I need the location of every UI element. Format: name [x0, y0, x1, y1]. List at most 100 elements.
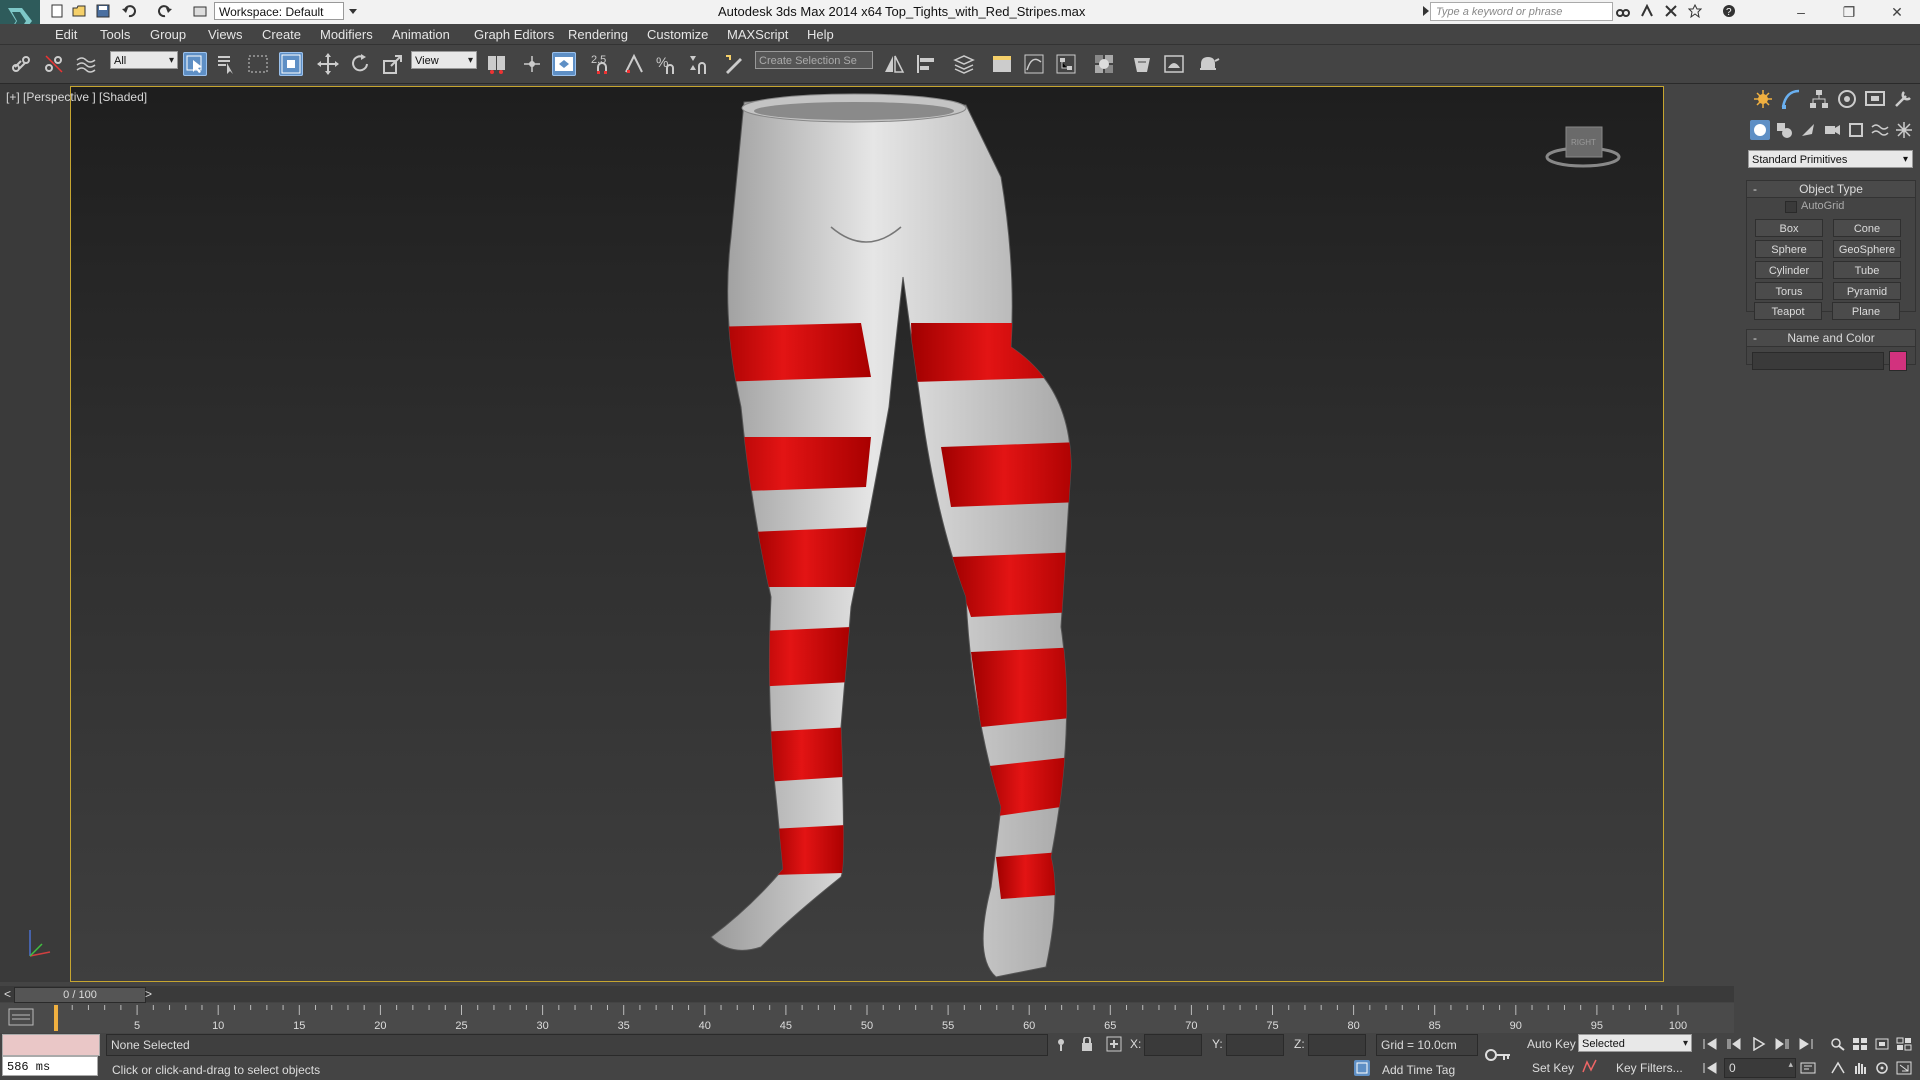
- zoom-extents-all-icon[interactable]: [1896, 1037, 1912, 1051]
- key-mode-toggle-icon[interactable]: [1702, 1061, 1718, 1075]
- menu-modifiers[interactable]: Modifiers: [320, 27, 373, 42]
- menu-graph-editors[interactable]: Graph Editors: [474, 27, 554, 42]
- keyboard-shortcut-override-icon[interactable]: [552, 52, 576, 76]
- pyramid-button[interactable]: Pyramid: [1833, 282, 1901, 300]
- menu-edit[interactable]: Edit: [55, 27, 77, 42]
- search-input[interactable]: Type a keyword or phrase: [1430, 2, 1613, 21]
- space-warps-icon[interactable]: [1870, 120, 1890, 140]
- next-frame-icon[interactable]: [1774, 1037, 1790, 1051]
- rectangular-selection-region-icon[interactable]: [246, 52, 270, 76]
- name-and-color-header[interactable]: - Name and Color: [1747, 330, 1915, 347]
- perspective-viewport[interactable]: RIGHT: [70, 86, 1664, 982]
- set-key-button[interactable]: Set Key: [1532, 1061, 1574, 1075]
- rendered-frame-window-icon[interactable]: [1162, 52, 1186, 76]
- bind-to-space-warp-icon[interactable]: [74, 52, 98, 76]
- select-and-rotate-icon[interactable]: [348, 52, 372, 76]
- material-editor-icon[interactable]: [1092, 52, 1116, 76]
- autogrid-checkbox[interactable]: [1785, 201, 1797, 213]
- lock-selection-icon[interactable]: [1080, 1036, 1094, 1051]
- angle-snap-toggle-icon[interactable]: [622, 52, 646, 76]
- curve-editor-icon[interactable]: [1022, 52, 1046, 76]
- spinner-snap-toggle-icon[interactable]: [686, 52, 710, 76]
- time-configuration-icon[interactable]: [1800, 1061, 1816, 1075]
- add-time-tag[interactable]: Add Time Tag: [1382, 1063, 1455, 1077]
- save-file-icon[interactable]: [96, 4, 110, 18]
- chevron-down-icon[interactable]: [346, 4, 360, 18]
- zoom-icon[interactable]: [1830, 1037, 1846, 1051]
- align-icon[interactable]: [914, 52, 938, 76]
- render-production-icon[interactable]: [1196, 52, 1220, 76]
- select-and-scale-icon[interactable]: [381, 52, 405, 76]
- menu-maxscript[interactable]: MAXScript: [727, 27, 788, 42]
- project-folder-icon[interactable]: [193, 4, 207, 18]
- modify-tab-icon[interactable]: [1780, 88, 1802, 110]
- current-frame-field[interactable]: 0 ▴: [1724, 1058, 1796, 1078]
- geosphere-button[interactable]: GeoSphere: [1833, 240, 1901, 258]
- menu-group[interactable]: Group: [150, 27, 186, 42]
- binoculars-icon[interactable]: [1616, 4, 1630, 18]
- current-frame-marker[interactable]: [54, 1005, 58, 1031]
- time-tag-icon[interactable]: [1354, 1060, 1370, 1076]
- key-filters-button[interactable]: Key Filters...: [1616, 1061, 1683, 1075]
- track-bar[interactable]: 5 10 15 20 25 30 35 40 45 50 55 60 65 70 75 80 85 90 95 100: [0, 1003, 1734, 1033]
- snaps-toggle-icon[interactable]: 2.5: [590, 52, 614, 76]
- schematic-view-icon[interactable]: [1054, 52, 1078, 76]
- orbit-icon[interactable]: [1874, 1061, 1890, 1075]
- motion-tab-icon[interactable]: [1836, 88, 1858, 110]
- create-tab-icon[interactable]: [1752, 88, 1774, 110]
- select-and-manipulate-icon[interactable]: [520, 52, 544, 76]
- auto-key-button[interactable]: Auto Key: [1527, 1037, 1576, 1051]
- window-crossing-icon[interactable]: [279, 52, 303, 76]
- zoom-all-icon[interactable]: [1852, 1037, 1868, 1051]
- tube-button[interactable]: Tube: [1833, 261, 1901, 279]
- edit-named-selection-sets-icon[interactable]: [722, 52, 746, 76]
- previous-frame-icon[interactable]: [1726, 1037, 1742, 1051]
- viewcube[interactable]: RIGHT: [1545, 126, 1621, 168]
- viewport-label[interactable]: [+] [Perspective ] [Shaded]: [6, 90, 147, 104]
- select-by-name-icon[interactable]: [214, 52, 238, 76]
- pan-view-icon[interactable]: [1852, 1061, 1868, 1075]
- x-coordinate-field[interactable]: [1144, 1034, 1202, 1056]
- cameras-icon[interactable]: [1822, 120, 1842, 140]
- tights-model[interactable]: [710, 93, 1081, 978]
- time-slider[interactable]: < 0 / 100 >: [0, 986, 1734, 1003]
- cylinder-button[interactable]: Cylinder: [1755, 261, 1823, 279]
- subscription-icon[interactable]: [1664, 4, 1678, 18]
- selection-filter-dropdown[interactable]: All: [110, 51, 178, 70]
- menu-views[interactable]: Views: [208, 27, 242, 42]
- absolute-mode-transform-icon[interactable]: [1106, 1036, 1122, 1052]
- lights-icon[interactable]: [1798, 120, 1818, 140]
- star-icon[interactable]: [1687, 3, 1703, 19]
- percent-snap-toggle-icon[interactable]: %: [654, 52, 678, 76]
- go-to-end-icon[interactable]: [1798, 1037, 1814, 1051]
- cone-button[interactable]: Cone: [1833, 219, 1901, 237]
- menu-customize[interactable]: Customize: [647, 27, 708, 42]
- select-object-icon[interactable]: [183, 52, 207, 76]
- maximize-viewport-icon[interactable]: [1896, 1061, 1912, 1075]
- geometry-icon[interactable]: [1750, 120, 1770, 140]
- key-filters-curve-icon[interactable]: [1582, 1058, 1598, 1074]
- menu-animation[interactable]: Animation: [392, 27, 450, 42]
- select-and-move-icon[interactable]: [316, 52, 340, 76]
- object-type-header[interactable]: - Object Type: [1747, 181, 1915, 198]
- plane-button[interactable]: Plane: [1832, 302, 1900, 320]
- maxscript-listener-pink[interactable]: [2, 1034, 100, 1056]
- object-color-swatch[interactable]: [1889, 351, 1907, 371]
- field-of-view-icon[interactable]: [1830, 1061, 1846, 1075]
- zoom-extents-icon[interactable]: [1874, 1037, 1890, 1051]
- torus-button[interactable]: Torus: [1755, 282, 1823, 300]
- key-mode-dropdown[interactable]: Selected: [1578, 1034, 1692, 1053]
- box-button[interactable]: Box: [1755, 219, 1823, 237]
- play-icon[interactable]: [1750, 1036, 1766, 1052]
- shapes-icon[interactable]: [1774, 120, 1794, 140]
- geometry-category-dropdown[interactable]: Standard Primitives: [1748, 150, 1913, 169]
- teapot-button[interactable]: Teapot: [1754, 302, 1822, 320]
- sphere-button[interactable]: Sphere: [1755, 240, 1823, 258]
- undo-icon[interactable]: [122, 4, 136, 18]
- utilities-tab-icon[interactable]: [1892, 88, 1914, 110]
- time-slider-thumb[interactable]: 0 / 100: [14, 987, 146, 1003]
- open-file-icon[interactable]: [72, 4, 86, 18]
- isolate-selection-icon[interactable]: [1054, 1037, 1068, 1051]
- workspace-dropdown[interactable]: Workspace: Default: [214, 2, 344, 20]
- close-button[interactable]: ✕: [1882, 2, 1912, 22]
